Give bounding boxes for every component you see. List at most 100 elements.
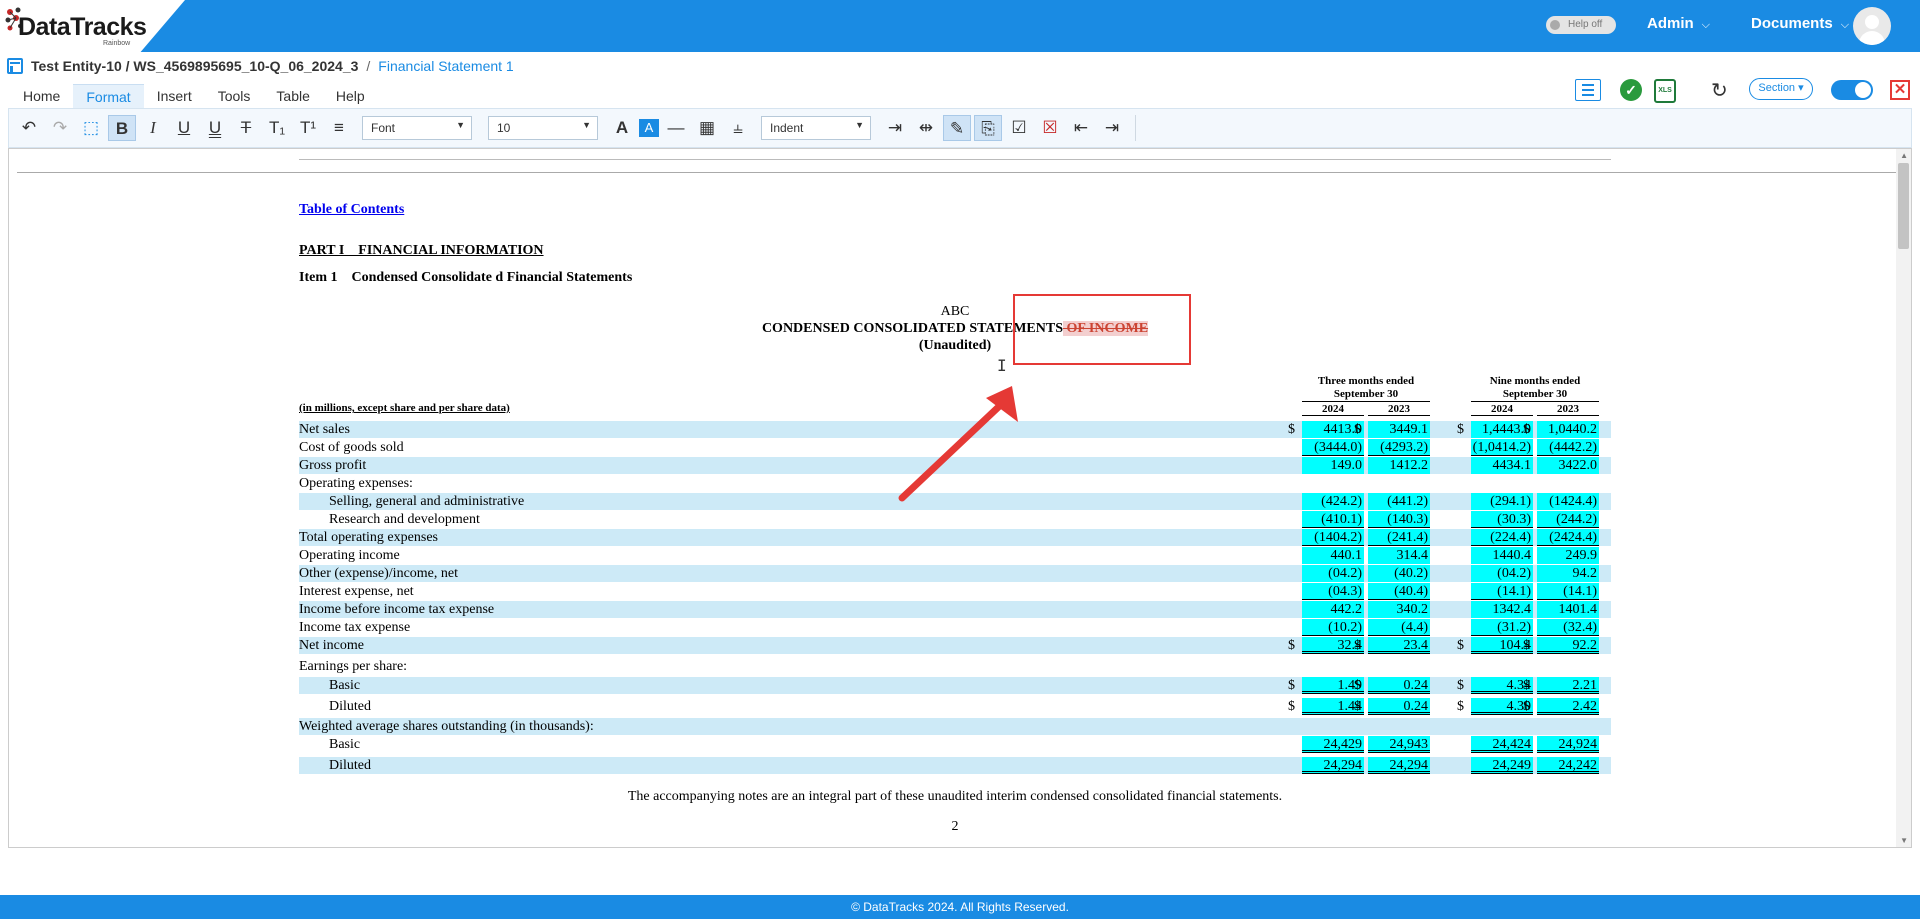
previous-change-icon[interactable]: ⇤ xyxy=(1067,115,1095,141)
vertical-scrollbar[interactable]: ▲ ▼ xyxy=(1896,149,1911,847)
highlight-color-icon[interactable]: A xyxy=(639,119,659,137)
table-cell[interactable]: (40.4) xyxy=(1368,583,1430,600)
redo-icon[interactable]: ↷ xyxy=(46,115,74,141)
table-cell[interactable]: (1404.2) xyxy=(1302,529,1364,546)
scroll-up-icon[interactable]: ▲ xyxy=(1900,151,1908,160)
table-cell[interactable]: (2424.4) xyxy=(1537,529,1599,546)
table-row[interactable]: Earnings per share: xyxy=(299,658,1611,675)
table-row[interactable]: Operating income 440.1 314.4 1440.4 249.9 xyxy=(299,547,1611,564)
table-cell[interactable]: (14.1) xyxy=(1471,583,1533,600)
table-cell[interactable]: (32.4) xyxy=(1537,619,1599,636)
reject-change-icon[interactable]: ☒ xyxy=(1036,115,1064,141)
table-cell[interactable]: 24,242 xyxy=(1537,757,1599,774)
table-cell[interactable]: 1,0440.2 xyxy=(1537,421,1599,438)
table-cell[interactable]: (424.2) xyxy=(1302,493,1364,510)
column-width-icon[interactable]: ⇹ xyxy=(912,115,940,141)
scroll-down-icon[interactable]: ▼ xyxy=(1900,836,1908,845)
indent-select[interactable]: Indent ▼ xyxy=(761,116,871,140)
superscript-icon[interactable]: T¹ xyxy=(294,115,322,141)
help-toggle[interactable]: Help off xyxy=(1546,16,1616,34)
nav-admin[interactable]: Admin ⌵ xyxy=(1647,15,1710,32)
next-change-icon[interactable]: ⇥ xyxy=(1098,115,1126,141)
table-cell[interactable]: (1424.4) xyxy=(1537,493,1599,510)
align-icon[interactable]: ≡ xyxy=(325,115,353,141)
table-cell[interactable]: (30.3) xyxy=(1471,511,1533,528)
table-cell[interactable]: 24,943 xyxy=(1368,736,1430,753)
underline-icon[interactable]: U xyxy=(170,115,198,141)
table-cell[interactable]: (441.2) xyxy=(1368,493,1430,510)
table-cell[interactable]: 23.4 xyxy=(1368,637,1430,654)
table-cell[interactable]: 1342.4 xyxy=(1471,601,1533,618)
table-cell[interactable]: 92.2 xyxy=(1537,637,1599,654)
section-dropdown[interactable]: Section ▾ xyxy=(1749,78,1813,100)
logo[interactable]: DataTracks Rainbow xyxy=(0,0,185,52)
italic-icon[interactable]: I xyxy=(139,115,167,141)
undo-icon[interactable]: ↶ xyxy=(15,115,43,141)
track-changes-icon[interactable]: ✎ xyxy=(943,115,971,141)
table-cell[interactable]: (40.2) xyxy=(1368,565,1430,582)
clipboard-review-icon[interactable]: ⎘ xyxy=(974,115,1002,141)
table-cell[interactable]: (4.4) xyxy=(1368,619,1430,636)
table-row[interactable]: Basic 24,429 24,943 24,424 24,924 xyxy=(299,736,1611,753)
table-row[interactable]: Income tax expense (10.2) (4.4) (31.2) (32.4… xyxy=(299,619,1611,636)
table-cell[interactable]: 440.1 xyxy=(1302,547,1364,564)
table-cell[interactable]: (241.4) xyxy=(1368,529,1430,546)
table-cell[interactable]: 0.24 xyxy=(1368,677,1430,694)
validate-check-icon[interactable]: ✓ xyxy=(1620,79,1642,101)
indent-increase-icon[interactable]: ⇥ xyxy=(881,115,909,141)
table-cell[interactable]: (1,0414.2) xyxy=(1471,439,1533,456)
close-icon[interactable]: ✕ xyxy=(1890,80,1910,100)
table-cell[interactable]: (294.1) xyxy=(1471,493,1533,510)
table-row[interactable]: Income before income tax expense 442.2 340… xyxy=(299,601,1611,618)
breadcrumb-path[interactable]: Test Entity-10 / WS_4569895695_10-Q_06_2… xyxy=(31,58,358,74)
table-cell[interactable]: 3449.1 xyxy=(1368,421,1430,438)
table-cell[interactable]: (04.2) xyxy=(1471,565,1533,582)
double-underline-icon[interactable]: U xyxy=(201,115,229,141)
table-row[interactable]: Net income $32.4 $23.4 $104.4 $92.2 xyxy=(299,637,1611,654)
user-avatar[interactable] xyxy=(1853,7,1891,45)
tab-format[interactable]: Format xyxy=(73,84,144,108)
table-row[interactable]: Basic $1.49 $0.24 $4.34 $2.21 xyxy=(299,677,1611,694)
breadcrumb-current[interactable]: Financial Statement 1 xyxy=(378,58,513,74)
nav-documents[interactable]: Documents ⌵ xyxy=(1751,15,1849,32)
table-cell[interactable]: 0.24 xyxy=(1368,698,1430,715)
table-cell[interactable]: 2.42 xyxy=(1537,698,1599,715)
table-cell[interactable]: 24,294 xyxy=(1368,757,1430,774)
format-painter-icon[interactable]: ⬚ xyxy=(77,115,105,141)
table-cell[interactable]: 149.0 xyxy=(1302,457,1364,474)
table-row[interactable]: Diluted 24,294 24,294 24,249 24,242 xyxy=(299,757,1611,774)
font-select[interactable]: Font ▼ xyxy=(362,116,472,140)
xls-export-icon[interactable]: XLS xyxy=(1654,79,1676,103)
table-row[interactable]: Total operating expenses (1404.2) (241.4) (… xyxy=(299,529,1611,546)
table-row[interactable]: Research and development (410.1) (140.3) (3… xyxy=(299,511,1611,528)
table-cell[interactable]: (4293.2) xyxy=(1368,439,1430,456)
table-cell[interactable]: (04.2) xyxy=(1302,565,1364,582)
table-cell[interactable]: (10.2) xyxy=(1302,619,1364,636)
table-cell[interactable]: (4442.2) xyxy=(1537,439,1599,456)
font-size-select[interactable]: 10 ▼ xyxy=(488,116,598,140)
table-cell[interactable]: 4434.1 xyxy=(1471,457,1533,474)
bold-icon[interactable]: B xyxy=(108,115,136,141)
table-grid-icon[interactable]: ▦ xyxy=(693,115,721,141)
table-cell[interactable]: (410.1) xyxy=(1302,511,1364,528)
table-cell[interactable]: 442.2 xyxy=(1302,601,1364,618)
table-cell[interactable]: 249.9 xyxy=(1537,547,1599,564)
table-cell[interactable]: (244.2) xyxy=(1537,511,1599,528)
table-cell[interactable]: 24,294 xyxy=(1302,757,1364,774)
accept-change-icon[interactable]: ☑ xyxy=(1005,115,1033,141)
horizontal-line-icon[interactable]: — xyxy=(662,115,690,141)
table-cell[interactable]: 340.2 xyxy=(1368,601,1430,618)
tab-tools[interactable]: Tools xyxy=(205,84,264,108)
table-row[interactable]: Weighted average shares outstanding (in … xyxy=(299,718,1611,735)
tab-home[interactable]: Home xyxy=(10,84,73,108)
font-color-icon[interactable]: A xyxy=(608,115,636,141)
toc-link[interactable]: Table of Contents xyxy=(299,202,404,218)
column-split-icon[interactable]: ⫨ xyxy=(724,115,752,141)
table-row[interactable]: Other (expense)/income, net (04.2) (40.2)(… xyxy=(299,565,1611,582)
table-cell[interactable]: 2.21 xyxy=(1537,677,1599,694)
table-row[interactable]: Interest expense, net (04.3) (40.4) (14.1)(… xyxy=(299,583,1611,600)
table-cell[interactable]: 1440.4 xyxy=(1471,547,1533,564)
table-cell[interactable]: 1401.4 xyxy=(1537,601,1599,618)
refresh-icon[interactable]: ↻ xyxy=(1711,78,1731,102)
table-cell[interactable]: (224.4) xyxy=(1471,529,1533,546)
